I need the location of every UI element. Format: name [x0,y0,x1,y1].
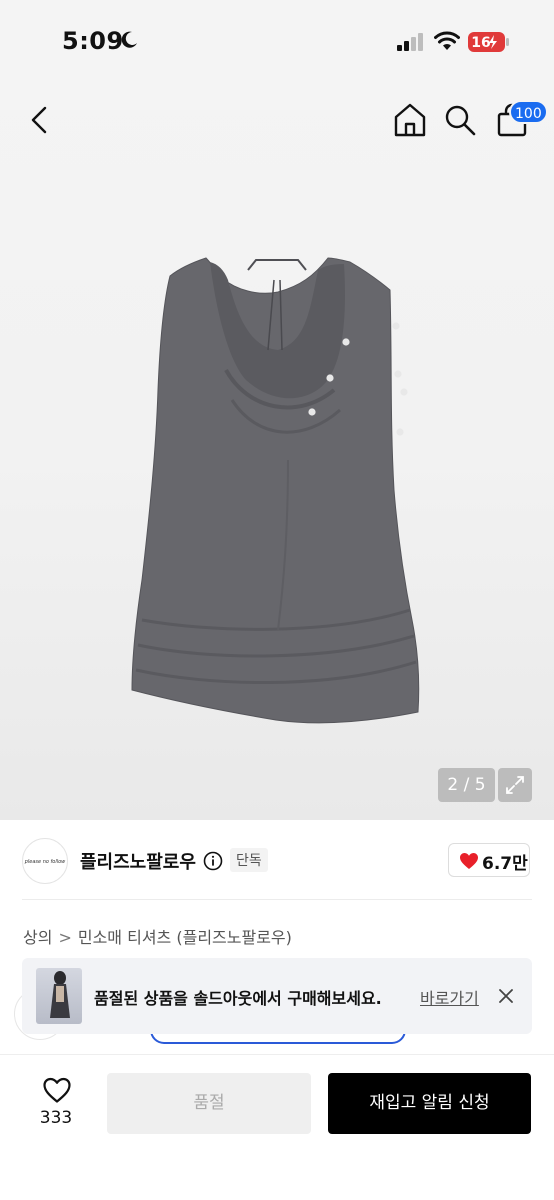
home-icon[interactable] [391,102,429,138]
banner-thumbnail [36,968,82,1024]
divider [22,899,532,900]
heart-outline-icon[interactable] [42,1076,72,1104]
battery-icon: 16 [468,32,509,52]
cart-badge: 100 [509,100,548,124]
back-icon[interactable] [24,103,56,137]
gallery-counter: 2 / 5 [438,768,495,802]
breadcrumb-separator: > [58,928,72,947]
exclusive-badge: 단독 [230,848,268,872]
info-icon[interactable] [203,851,223,871]
battery-level: 16 [471,35,490,51]
like-button[interactable]: 6.7만 [448,843,530,877]
banner-link[interactable]: 바로가기 [420,985,479,1009]
breadcrumb-category[interactable]: 상의 [23,924,52,948]
wifi-icon [434,31,460,50]
breadcrumb-subcategory[interactable]: 민소매 티셔츠 (플리즈노팔로우) [78,924,292,948]
restock-alert-button[interactable]: 재입고 알림 신청 [328,1073,531,1134]
battery-indicator: 16 [468,31,510,53]
brand-logo[interactable]: please no follow [22,838,68,884]
product-image[interactable] [128,250,428,730]
status-bar: 5:09 16 [0,0,554,84]
breadcrumb: 상의 > 민소매 티셔츠 (플리즈노팔로우) [23,924,292,948]
search-icon[interactable] [442,102,478,138]
status-time: 5:09 [62,27,124,55]
signal-icon [397,33,423,51]
like-count: 6.7만 [482,854,528,874]
soldout-button: 품절 [107,1073,311,1134]
expand-icon[interactable] [498,768,532,802]
brand-name[interactable]: 플리즈노팔로우 [80,848,196,874]
close-icon[interactable] [496,986,516,1006]
wishlist-count: 333 [39,1108,73,1128]
product-gallery[interactable]: 5:09 16 100 2 / 5 [0,0,554,820]
banner-thumbnail-image [50,971,70,1018]
banner-message: 품절된 상품을 솔드아웃에서 구매해보세요. [94,989,382,1008]
heart-icon [460,853,478,869]
moon-icon [121,31,137,48]
soldout-banner[interactable]: 품절된 상품을 솔드아웃에서 구매해보세요. 바로가기 [22,958,532,1034]
